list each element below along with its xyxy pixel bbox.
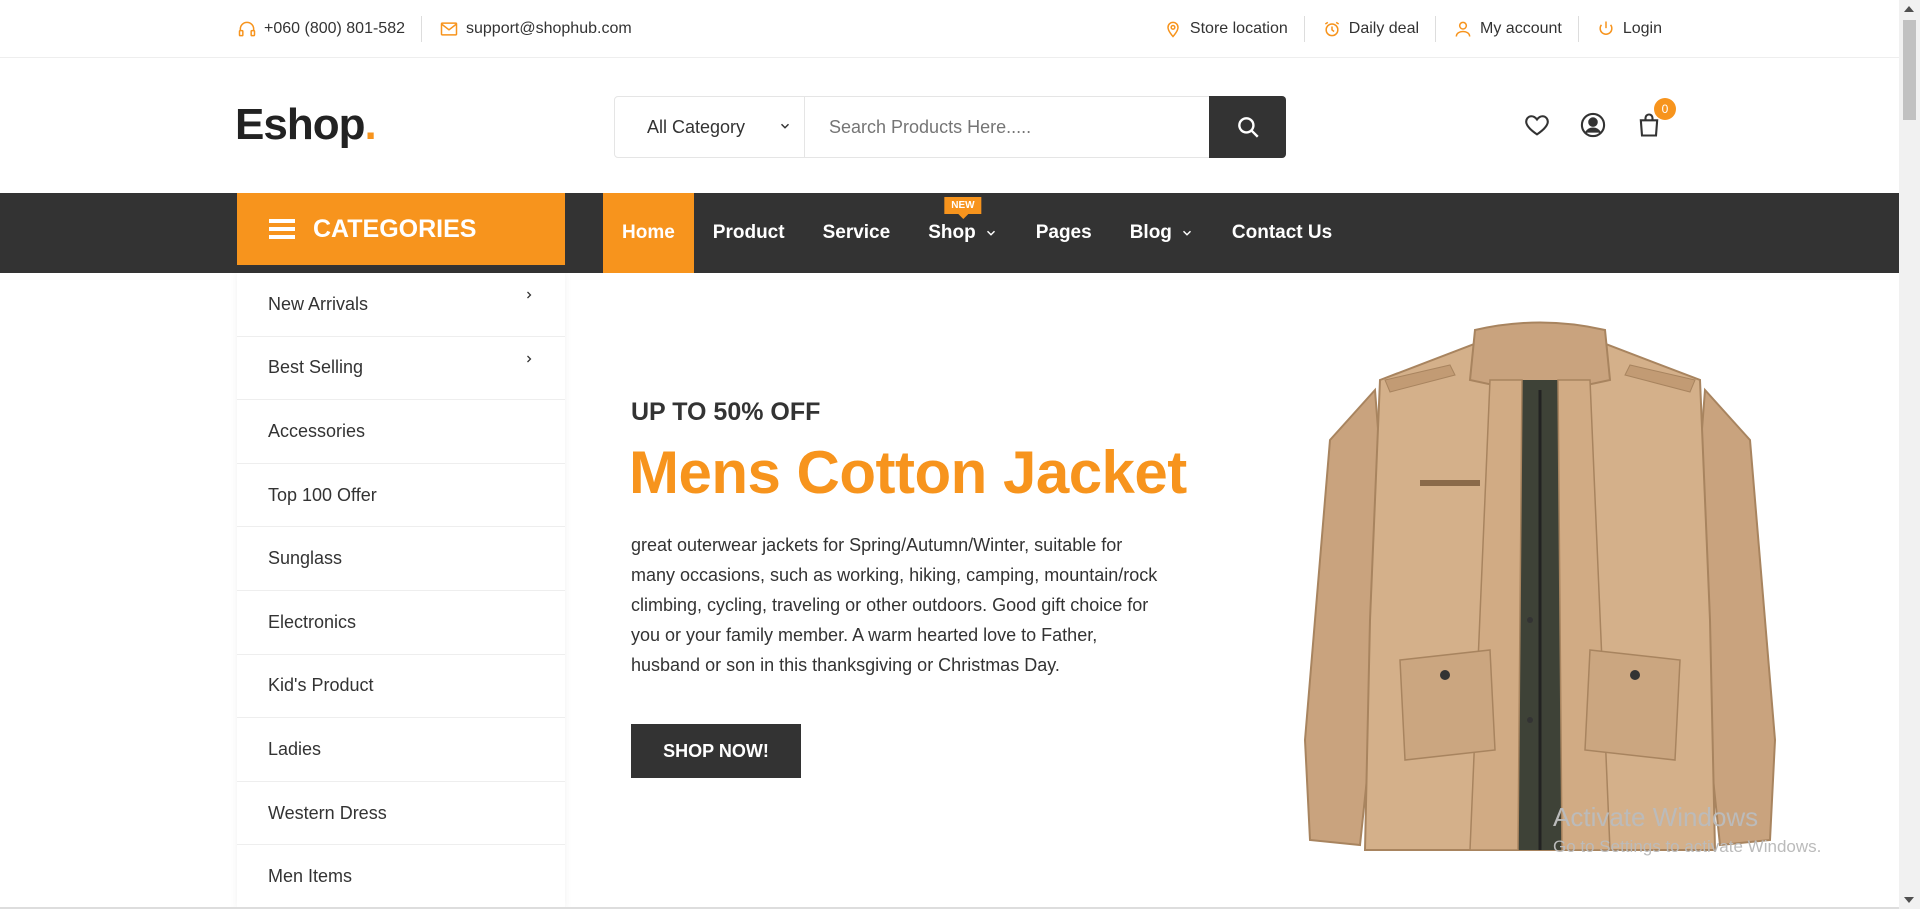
nav-item-label: Home [622, 222, 675, 243]
sidebar-item-accessories[interactable]: Accessories [237, 400, 565, 464]
search-button[interactable] [1209, 96, 1286, 158]
search-bar: All Category [614, 96, 1286, 158]
login-link[interactable]: Login [1579, 16, 1662, 42]
sidebar-item-best-selling[interactable]: Best Selling [237, 337, 565, 401]
my-account-label[interactable]: My account [1480, 20, 1562, 38]
user-circle-icon [1580, 112, 1606, 138]
store-location-link[interactable]: Store location [1146, 16, 1305, 42]
daily-deal-label[interactable]: Daily deal [1349, 20, 1419, 38]
sidebar-item-label: Electronics [268, 611, 357, 632]
hamburger-icon [269, 219, 295, 239]
heart-icon [1525, 115, 1549, 136]
power-icon [1595, 18, 1617, 40]
sidebar-item-label: Kid's Product [268, 675, 374, 696]
location-pin-icon [1162, 18, 1184, 40]
sidebar-item-label: Men Items [268, 866, 353, 887]
scrollbar-thumb[interactable] [1903, 20, 1916, 120]
nav-item-label: Pages [1035, 222, 1092, 243]
categories-toggle-button[interactable]: CATEGORIES [237, 193, 565, 265]
chevron-down-icon [1182, 230, 1191, 236]
cart-count-badge: 0 [1654, 98, 1676, 120]
chevron-down-icon [780, 123, 790, 129]
login-label[interactable]: Login [1623, 20, 1662, 38]
nav-item-label: Service [822, 222, 891, 243]
category-sidebar: New Arrivals Best Selling Accessories To… [237, 273, 565, 909]
alarm-clock-icon [1321, 18, 1343, 40]
my-account-link[interactable]: My account [1436, 16, 1579, 42]
sidebar-item-sunglass[interactable]: Sunglass [237, 527, 565, 591]
sidebar-item-label: Best Selling [268, 357, 364, 378]
daily-deal-link[interactable]: Daily deal [1305, 16, 1437, 42]
envelope-icon [438, 18, 460, 40]
main-header: Eshop. All Category 0 [0, 58, 1899, 193]
nav-item-home[interactable]: Home [603, 193, 694, 273]
nav-item-contact-us[interactable]: Contact Us [1213, 193, 1351, 273]
search-input[interactable] [805, 97, 1209, 157]
jacket-image [1303, 321, 1777, 851]
sidebar-item-label: Ladies [268, 738, 322, 759]
account-button[interactable] [1578, 110, 1608, 140]
nav-item-product[interactable]: Product [694, 193, 804, 273]
search-icon [1237, 117, 1259, 138]
cart-button[interactable]: 0 [1634, 98, 1676, 140]
vertical-scrollbar[interactable] [1899, 0, 1920, 909]
new-badge: NEW [944, 197, 982, 214]
category-select-value: All Category [647, 116, 746, 137]
email-address[interactable]: support@shophub.com [466, 20, 632, 38]
nav-item-label: Shop [928, 222, 976, 243]
nav-item-label: Contact Us [1231, 222, 1333, 243]
nav-item-service[interactable]: Service [804, 193, 910, 273]
logo-text[interactable]: Eshop [235, 100, 365, 149]
windows-activation-watermark: Activate Windows Go to Settings to activ… [1553, 802, 1821, 857]
chevron-down-icon [986, 230, 995, 236]
sidebar-item-label: New Arrivals [268, 293, 369, 314]
sidebar-item-label: Western Dress [268, 802, 387, 823]
sidebar-item-ladies[interactable]: Ladies [237, 718, 565, 782]
nav-item-label: Product [712, 222, 785, 243]
store-location-label[interactable]: Store location [1190, 20, 1288, 38]
hero-subtitle: UP TO 50% OFF [631, 398, 821, 426]
scroll-down-arrow-icon[interactable] [1904, 897, 1914, 903]
sidebar-item-label: Top 100 Offer [268, 484, 377, 505]
sidebar-item-top-100-offer[interactable]: Top 100 Offer [237, 464, 565, 528]
hero-title: Mens Cotton Jacket [629, 439, 1187, 506]
site-logo[interactable]: Eshop. [235, 100, 377, 150]
watermark-title: Activate Windows [1553, 802, 1759, 832]
email-item[interactable]: support@shophub.com [422, 16, 648, 42]
phone-number: +060 (800) 801-582 [264, 20, 405, 37]
sidebar-item-new-arrivals[interactable]: New Arrivals [237, 273, 565, 337]
hero-description: great outerwear jackets for Spring/Autum… [631, 535, 1158, 675]
sidebar-item-label: Accessories [268, 420, 366, 441]
topbar-links: Store location Daily deal My account Log… [1146, 0, 1662, 58]
sidebar-item-label: Sunglass [268, 548, 343, 569]
main-menu: Home Product Service NEW Shop Pages Blog… [603, 193, 1351, 273]
chevron-right-icon [527, 355, 532, 363]
categories-label: CATEGORIES [313, 214, 477, 243]
nav-item-label: Blog [1129, 222, 1172, 243]
main-navbar: CATEGORIES Home Product Service NEW Shop… [0, 193, 1899, 273]
header-icons: 0 [1522, 98, 1690, 140]
sidebar-item-western-dress[interactable]: Western Dress [237, 782, 565, 846]
nav-item-shop[interactable]: NEW Shop [909, 193, 1017, 273]
watermark-subtitle: Go to Settings to activate Windows. [1553, 837, 1822, 856]
sidebar-item-electronics[interactable]: Electronics [237, 591, 565, 655]
contact-info: +060 (800) 801-582 support@shophub.com [236, 0, 648, 58]
category-select[interactable]: All Category [615, 97, 805, 157]
headset-icon [236, 18, 258, 40]
logo-dot: . [364, 100, 376, 149]
nav-item-pages[interactable]: Pages [1017, 193, 1111, 273]
nav-item-blog[interactable]: Blog [1111, 193, 1213, 273]
top-bar: +060 (800) 801-582 support@shophub.com S… [0, 0, 1899, 58]
sidebar-item-kids-product[interactable]: Kid's Product [237, 655, 565, 719]
scroll-up-arrow-icon[interactable] [1904, 6, 1914, 12]
phone-item: +060 (800) 801-582 [236, 16, 422, 42]
chevron-right-icon [527, 291, 532, 299]
wishlist-button[interactable] [1522, 110, 1552, 140]
user-icon [1452, 18, 1474, 40]
shop-now-button[interactable]: SHOP NOW! [631, 724, 801, 778]
sidebar-item-men-items[interactable]: Men Items [237, 845, 565, 909]
